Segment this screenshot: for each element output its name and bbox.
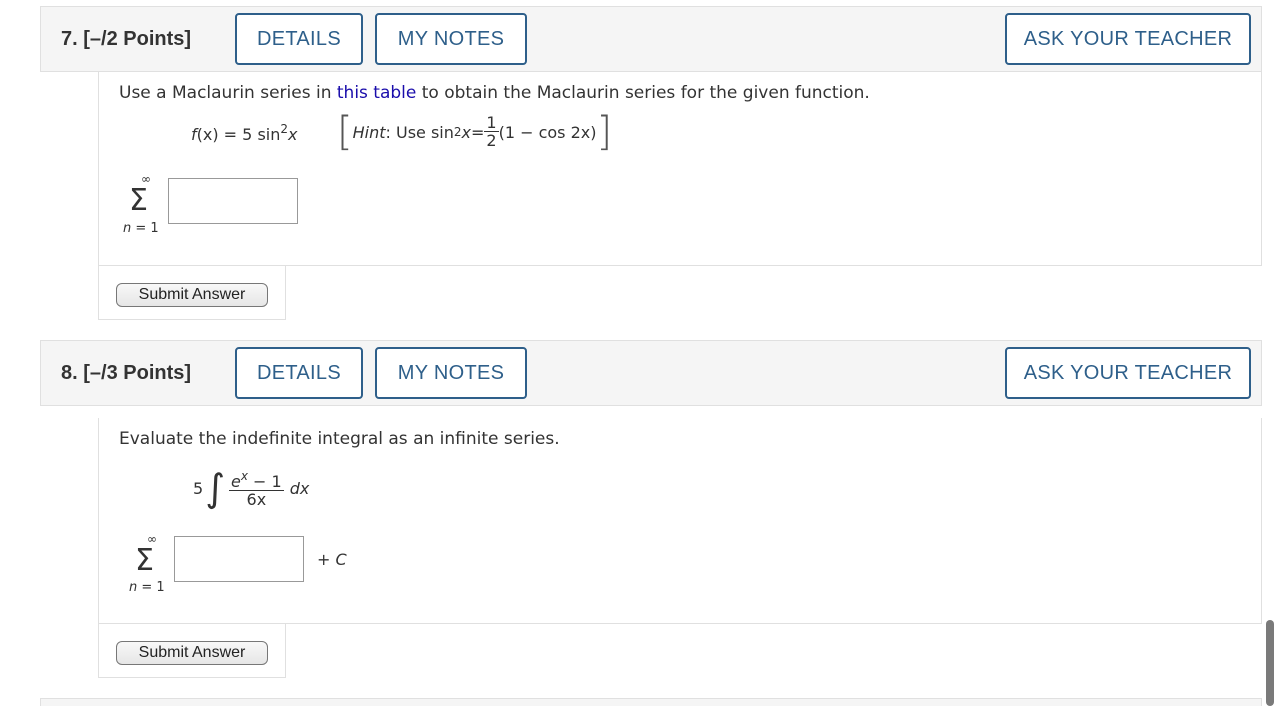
q8-num-exponent: x bbox=[240, 469, 248, 483]
q8-denominator: 6x bbox=[246, 490, 267, 509]
q7-body: Use a Maclaurin series in this table to … bbox=[98, 72, 1262, 266]
q7-submit-button[interactable]: Submit Answer bbox=[116, 283, 268, 307]
q7-func-exponent: 2 bbox=[280, 122, 288, 136]
integral-icon: ∫ bbox=[205, 466, 225, 510]
q7-title: 7. [–/2 Points] bbox=[61, 7, 191, 71]
q8-integral: 5 ∫ ex − 1 6x dx bbox=[193, 466, 309, 510]
q7-sum-lower: n = 1 bbox=[123, 221, 159, 236]
q8-num-rest: − 1 bbox=[247, 472, 282, 491]
left-bracket-icon: [ bbox=[337, 109, 353, 155]
q8-num-base: e bbox=[231, 472, 241, 491]
q7-hint-equals: = bbox=[470, 122, 485, 142]
q7-ask-teacher-button[interactable]: ASK YOUR TEACHER bbox=[1005, 13, 1251, 65]
q7-hint-label: Hint bbox=[352, 122, 386, 142]
q7-hint-var: x bbox=[461, 122, 471, 142]
q7-func-body: (x) = 5 sin bbox=[196, 125, 281, 144]
q7-hint-use: : Use sin bbox=[385, 122, 454, 142]
q7-func-var: x bbox=[288, 125, 298, 144]
q7-hint-rest: (1 − cos 2x) bbox=[498, 122, 597, 142]
q8-body: Evaluate the indefinite integral as an i… bbox=[98, 418, 1262, 624]
q7-prompt: Use a Maclaurin series in this table to … bbox=[119, 83, 870, 103]
q8-ask-teacher-button[interactable]: ASK YOUR TEACHER bbox=[1005, 347, 1251, 399]
q7-hint-fraction: 12 bbox=[484, 113, 499, 150]
q7-header: 7. [–/2 Points] DETAILS MY NOTES ASK YOU… bbox=[40, 6, 1262, 72]
q7-prompt-text-end: to obtain the Maclaurin series for the g… bbox=[416, 83, 870, 103]
q7-details-button[interactable]: DETAILS bbox=[235, 13, 363, 65]
q7-points: [–/2 Points] bbox=[83, 28, 192, 50]
q7-table-link[interactable]: this table bbox=[337, 83, 416, 103]
q8-sum-lower: n = 1 bbox=[129, 580, 165, 595]
q8-number: 8. bbox=[61, 362, 78, 384]
q8-coefficient: 5 bbox=[193, 478, 204, 498]
scrollbar-thumb[interactable] bbox=[1266, 620, 1274, 706]
q8-sigma-icon: Σ bbox=[135, 543, 154, 578]
q7-hint-exponent: 2 bbox=[453, 125, 462, 139]
q8-answer-input[interactable] bbox=[174, 536, 304, 582]
q7-hint-denominator: 2 bbox=[486, 131, 497, 150]
q8-integrand: ex − 1 6x bbox=[229, 468, 284, 508]
q8-submit-area: Submit Answer bbox=[98, 624, 286, 678]
q8-points: [–/3 Points] bbox=[83, 362, 192, 384]
next-question-header bbox=[40, 698, 1262, 706]
q8-my-notes-button[interactable]: MY NOTES bbox=[375, 347, 527, 399]
q8-details-button[interactable]: DETAILS bbox=[235, 347, 363, 399]
q8-title: 8. [–/3 Points] bbox=[61, 341, 191, 405]
right-bracket-icon: ] bbox=[596, 109, 613, 155]
q8-submit-button[interactable]: Submit Answer bbox=[116, 641, 268, 665]
q7-submit-area: Submit Answer bbox=[98, 266, 286, 320]
q7-number: 7. bbox=[61, 28, 78, 50]
q7-hint-numerator: 1 bbox=[484, 113, 499, 132]
q7-prompt-text: Use a Maclaurin series in bbox=[119, 83, 337, 103]
q8-prompt: Evaluate the indefinite integral as an i… bbox=[119, 429, 560, 449]
q8-numerator: ex − 1 bbox=[229, 468, 284, 491]
q8-header: 8. [–/3 Points] DETAILS MY NOTES ASK YOU… bbox=[40, 340, 1262, 406]
q7-hint: [ Hint: Use sin 2 x = 1 2 (1 − cos 2x) ] bbox=[337, 112, 612, 152]
q8-plus-c: + C bbox=[317, 550, 347, 569]
q7-function: f(x) = 5 sin2x bbox=[191, 122, 297, 144]
q8-dx: dx bbox=[289, 478, 310, 498]
q7-my-notes-button[interactable]: MY NOTES bbox=[375, 13, 527, 65]
q7-sigma-icon: Σ bbox=[129, 183, 148, 218]
q7-answer-input[interactable] bbox=[168, 178, 298, 224]
